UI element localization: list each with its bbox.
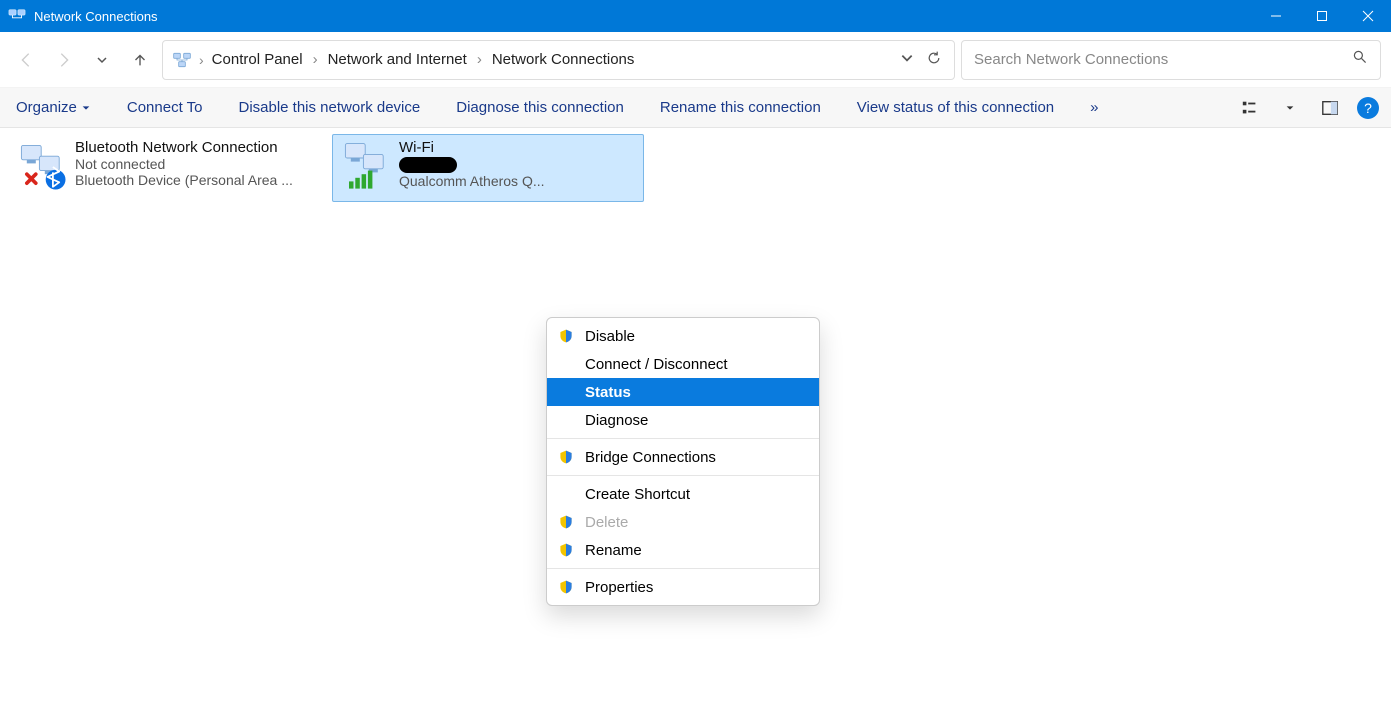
adapter-status [399,156,545,173]
window-title: Network Connections [34,9,158,24]
redacted-ssid [399,157,457,173]
context-menu-label: Rename [585,542,642,559]
context-menu-connect-disconnect[interactable]: Connect / Disconnect [547,350,819,378]
content-area: Bluetooth Network Connection Not connect… [0,128,1391,208]
maximize-button[interactable] [1299,0,1345,32]
help-button[interactable]: ? [1357,97,1379,119]
context-menu-label: Disable [585,328,635,345]
context-menu-create-shortcut[interactable]: Create Shortcut [547,480,819,508]
diagnose-button[interactable]: Diagnose this connection [452,95,628,120]
command-toolbar: Organize Connect To Disable this network… [0,88,1391,128]
context-menu-separator [547,438,819,439]
context-menu-delete: Delete [547,508,819,536]
search-icon[interactable] [1352,49,1368,70]
toolbar-label: Rename this connection [660,99,821,116]
window-controls [1253,0,1391,32]
overflow-button[interactable]: » [1086,95,1102,120]
connect-to-button[interactable]: Connect To [123,95,207,120]
adapter-item-wifi[interactable]: Wi-Fi Qualcomm Atheros Q... [332,134,644,202]
organize-menu[interactable]: Organize [12,95,95,120]
context-menu-disable[interactable]: Disable [547,322,819,350]
context-menu-properties[interactable]: Properties [547,573,819,601]
adapter-icon [339,139,395,195]
minimize-button[interactable] [1253,0,1299,32]
context-menu-label: Delete [585,514,628,531]
adapter-device: Bluetooth Device (Personal Area ... [75,172,293,188]
context-menu-rename[interactable]: Rename [547,536,819,564]
overflow-icon: » [1090,99,1098,116]
breadcrumb-item[interactable]: Network and Internet [322,47,473,72]
adapter-name: Wi-Fi [399,139,545,156]
chevron-down-icon[interactable] [900,51,914,68]
search-input[interactable] [974,51,1352,68]
adapter-device: Qualcomm Atheros Q... [399,173,545,189]
context-menu-label: Properties [585,579,653,596]
context-menu-label: Diagnose [585,412,648,429]
app-icon [8,7,26,25]
breadcrumb-item[interactable]: Control Panel [206,47,309,72]
context-menu-label: Create Shortcut [585,486,690,503]
forward-button[interactable] [48,44,80,76]
shield-icon [557,541,575,559]
context-menu-diagnose[interactable]: Diagnose [547,406,819,434]
shield-icon [557,513,575,531]
context-menu-status[interactable]: Status [547,378,819,406]
toolbar-label: View status of this connection [857,99,1054,116]
shield-icon [557,327,575,345]
context-menu: Disable Connect / Disconnect Status Diag… [546,317,820,606]
context-menu-separator [547,568,819,569]
adapter-status: Not connected [75,156,293,172]
context-menu-bridge[interactable]: Bridge Connections [547,443,819,471]
adapter-list: Bluetooth Network Connection Not connect… [8,134,1383,202]
toolbar-label: Organize [16,99,77,116]
context-menu-label: Connect / Disconnect [585,356,728,373]
breadcrumb: Control Panel › Network and Internet › N… [206,47,900,72]
rename-button[interactable]: Rename this connection [656,95,825,120]
context-menu-label: Bridge Connections [585,449,716,466]
back-button[interactable] [10,44,42,76]
chevron-right-icon[interactable]: › [475,51,484,68]
toolbar-label: Connect To [127,99,203,116]
disable-device-button[interactable]: Disable this network device [234,95,424,120]
toolbar-right: ? [1237,95,1379,121]
titlebar: Network Connections [0,0,1391,32]
context-menu-separator [547,475,819,476]
view-status-button[interactable]: View status of this connection [853,95,1058,120]
chevron-right-icon[interactable]: › [197,52,206,68]
close-button[interactable] [1345,0,1391,32]
view-options-button[interactable] [1237,95,1263,121]
address-bar-actions [900,50,948,69]
toolbar-label: Diagnose this connection [456,99,624,116]
breadcrumb-item[interactable]: Network Connections [486,47,641,72]
address-bar[interactable]: › Control Panel › Network and Internet ›… [162,40,955,80]
view-dropdown-icon[interactable] [1277,95,1303,121]
chevron-right-icon[interactable]: › [311,51,320,68]
address-icon [171,49,193,71]
adapter-icon [15,139,71,195]
search-box[interactable] [961,40,1381,80]
adapter-name: Bluetooth Network Connection [75,139,293,156]
adapter-item-bluetooth[interactable]: Bluetooth Network Connection Not connect… [8,134,320,202]
toolbar-label: Disable this network device [238,99,420,116]
shield-icon [557,448,575,466]
up-button[interactable] [124,44,156,76]
context-menu-label: Status [585,384,631,401]
shield-icon [557,578,575,596]
refresh-icon[interactable] [926,50,942,69]
address-row: › Control Panel › Network and Internet ›… [0,32,1391,88]
preview-pane-button[interactable] [1317,95,1343,121]
recent-dropdown[interactable] [86,44,118,76]
